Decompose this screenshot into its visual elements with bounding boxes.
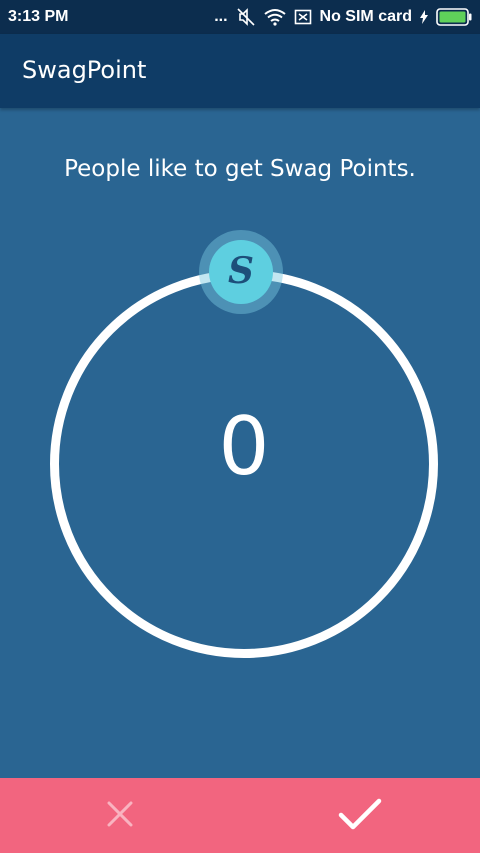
swag-handle-knob: S bbox=[209, 240, 273, 304]
close-icon bbox=[106, 800, 134, 832]
no-sim-icon bbox=[294, 8, 312, 26]
mute-icon bbox=[236, 7, 256, 27]
status-time: 3:13 PM bbox=[8, 8, 69, 25]
more-notifications-dots: ... bbox=[214, 8, 228, 25]
points-counter: 0 bbox=[218, 400, 270, 493]
battery-icon bbox=[436, 8, 472, 26]
cancel-button[interactable] bbox=[0, 778, 240, 853]
main-content: People like to get Swag Points. 0 S bbox=[0, 108, 480, 778]
charging-icon bbox=[420, 10, 428, 24]
swag-point-handle[interactable]: S bbox=[199, 230, 283, 314]
status-icons: ... No SIM card bbox=[214, 6, 472, 28]
check-icon bbox=[338, 797, 382, 835]
action-bar bbox=[0, 778, 480, 853]
confirm-button[interactable] bbox=[240, 778, 480, 853]
status-bar: 3:13 PM ... No SIM card bbox=[0, 0, 480, 34]
tagline: People like to get Swag Points. bbox=[64, 156, 416, 182]
swag-handle-letter: S bbox=[228, 250, 254, 292]
app-title: SwagPoint bbox=[22, 56, 147, 84]
sim-status-text: No SIM card bbox=[319, 8, 412, 25]
wifi-icon bbox=[263, 8, 286, 26]
app-bar: SwagPoint bbox=[0, 34, 480, 108]
